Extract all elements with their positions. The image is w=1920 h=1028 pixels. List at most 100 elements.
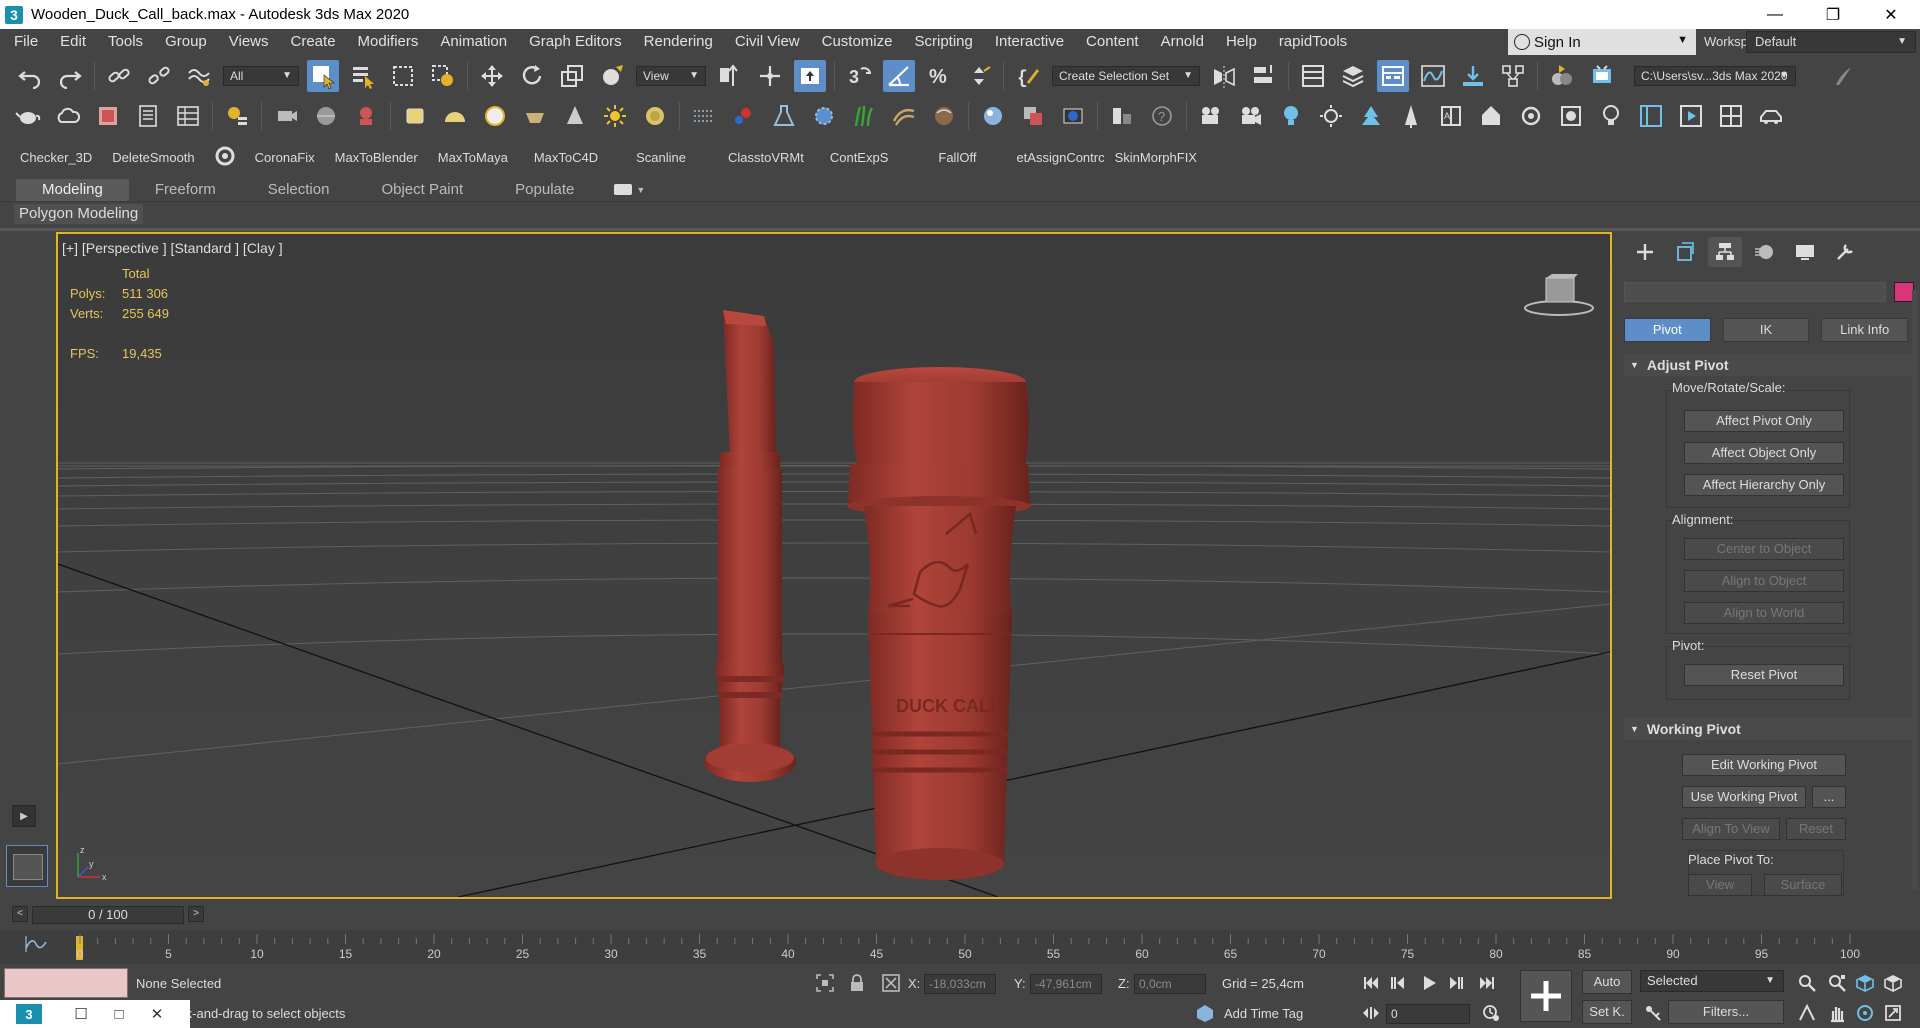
- hair-icon[interactable]: [928, 100, 960, 132]
- menu-views[interactable]: Views: [218, 29, 280, 55]
- track-bar[interactable]: 0 5 10 15 20 25 30 35 40 45 50 55 60 65 70 75 80 85 90 95 10…: [0, 930, 1920, 964]
- menu-content[interactable]: Content: [1075, 29, 1150, 55]
- toggle-ribbon-icon[interactable]: [1377, 60, 1409, 92]
- script-scanline[interactable]: Scanline: [608, 150, 696, 165]
- menu-graph-editors[interactable]: Graph Editors: [518, 29, 633, 55]
- undo-icon[interactable]: [14, 60, 46, 92]
- menu-tools[interactable]: Tools: [97, 29, 154, 55]
- object-color-swatch[interactable]: [1894, 282, 1914, 302]
- perspective-viewport[interactable]: DUCK CALL [+] [Perspective ] [Standard ]…: [56, 232, 1612, 899]
- menu-group[interactable]: Group: [154, 29, 218, 55]
- viewport-layout-thumbnail[interactable]: [6, 845, 48, 887]
- go-to-start-icon[interactable]: [1360, 972, 1382, 994]
- go-to-end-icon[interactable]: [1476, 972, 1498, 994]
- tab-populate[interactable]: Populate: [489, 179, 600, 201]
- next-frame-icon[interactable]: [1446, 972, 1468, 994]
- script-etassigncontrc[interactable]: etAssignContrc: [986, 150, 1114, 165]
- sign-in-dropdown[interactable]: Sign In ▼: [1508, 29, 1696, 55]
- cone-primitive-icon[interactable]: [559, 100, 591, 132]
- zoom-extents-icon[interactable]: [1854, 972, 1876, 994]
- align-to-view-button[interactable]: Align To View: [1682, 818, 1780, 840]
- light-lister-icon[interactable]: [221, 100, 253, 132]
- render-output-icon[interactable]: [1675, 100, 1707, 132]
- maximize-viewport-icon[interactable]: [1882, 1002, 1904, 1024]
- script-checker-3d[interactable]: Checker_3D: [0, 150, 102, 165]
- menu-interactive[interactable]: Interactive: [984, 29, 1075, 55]
- snaps-toggle-icon[interactable]: 3: [843, 60, 875, 92]
- selection-set-dropdown[interactable]: Create Selection Set ▼: [1052, 66, 1200, 86]
- render-setup-icon[interactable]: [1586, 60, 1618, 92]
- script-skinmorphfix[interactable]: SkinMorphFIX: [1115, 150, 1207, 165]
- selection-lock-icon[interactable]: [846, 972, 868, 994]
- shaded-sphere-icon[interactable]: [977, 100, 1009, 132]
- menu-scripting[interactable]: Scripting: [903, 29, 983, 55]
- spinner-snap-icon[interactable]: [963, 60, 995, 92]
- pivot-center-icon[interactable]: [714, 60, 746, 92]
- display-tab-icon[interactable]: [1788, 237, 1822, 267]
- redo-icon[interactable]: [54, 60, 86, 92]
- keyboard-shortcut-override-icon[interactable]: [794, 60, 826, 92]
- place-pivot-surface-button[interactable]: Surface: [1764, 874, 1842, 896]
- window-crossing-icon[interactable]: [427, 60, 459, 92]
- ik-button[interactable]: IK: [1722, 318, 1810, 342]
- working-pivot-reset-button[interactable]: Reset: [1786, 818, 1846, 840]
- camera-tool-icon[interactable]: [270, 100, 302, 132]
- script-coronafix[interactable]: CoronaFix: [245, 150, 325, 165]
- zoom-icon[interactable]: [1796, 972, 1818, 994]
- refresh-circle-icon[interactable]: [205, 144, 245, 171]
- pivot-button[interactable]: Pivot: [1624, 318, 1711, 342]
- utilities-tab-icon[interactable]: [1828, 237, 1862, 267]
- place-icon[interactable]: [596, 60, 628, 92]
- reference-coordinate-dropdown[interactable]: View ▼: [636, 66, 706, 86]
- menu-customize[interactable]: Customize: [811, 29, 904, 55]
- affect-pivot-only-button[interactable]: Affect Pivot Only: [1684, 410, 1844, 432]
- expand-viewport-layouts-icon[interactable]: ▶: [12, 805, 36, 827]
- working-pivot-rollout-header[interactable]: ▼ Working Pivot: [1624, 718, 1914, 740]
- light-bulb-icon[interactable]: [1275, 100, 1307, 132]
- dope-sheet-icon[interactable]: [1457, 60, 1489, 92]
- taskbar-minimize-icon[interactable]: ☐: [62, 1005, 100, 1023]
- scale-icon[interactable]: [556, 60, 588, 92]
- field-of-view-icon[interactable]: [1796, 1002, 1818, 1024]
- cloud-icon[interactable]: [52, 100, 84, 132]
- select-and-manipulate-icon[interactable]: [754, 60, 786, 92]
- place-pivot-view-button[interactable]: View: [1688, 874, 1752, 896]
- y-coordinate-field[interactable]: -47,961cm: [1030, 974, 1102, 994]
- working-pivot-options-button[interactable]: ...: [1812, 786, 1846, 808]
- fur-icon[interactable]: [888, 100, 920, 132]
- x-coordinate-field[interactable]: -18,033cm: [924, 974, 996, 994]
- particles-icon[interactable]: [728, 100, 760, 132]
- select-by-name-icon[interactable]: [347, 60, 379, 92]
- play-icon[interactable]: [1418, 972, 1440, 994]
- previous-frame-icon[interactable]: [1386, 972, 1408, 994]
- absolute-mode-icon[interactable]: [880, 972, 902, 994]
- tree-icon[interactable]: [1355, 100, 1387, 132]
- maximize-button[interactable]: ❐: [1804, 0, 1862, 29]
- teapot-icon[interactable]: [12, 100, 44, 132]
- create-tab-icon[interactable]: [1628, 237, 1662, 267]
- affect-object-only-button[interactable]: Affect Object Only: [1684, 442, 1844, 464]
- vehicle-icon[interactable]: [1755, 100, 1787, 132]
- reset-pivot-button[interactable]: Reset Pivot: [1684, 664, 1844, 686]
- key-filters-button[interactable]: Filters...: [1668, 1000, 1784, 1024]
- document-list-icon[interactable]: [132, 100, 164, 132]
- current-frame-field[interactable]: 0: [1386, 1004, 1470, 1024]
- sphere-tool-icon[interactable]: [310, 100, 342, 132]
- menu-file[interactable]: File: [0, 29, 49, 55]
- script-maxtoblender[interactable]: MaxToBlender: [325, 150, 428, 165]
- command-panel-scrollbar[interactable]: [1912, 290, 1918, 890]
- taskbar-restore-icon[interactable]: □: [100, 1006, 138, 1023]
- curve-editor-mini-icon[interactable]: [25, 936, 47, 952]
- grid-table-icon[interactable]: [172, 100, 204, 132]
- menu-animation[interactable]: Animation: [429, 29, 518, 55]
- menu-create[interactable]: Create: [280, 29, 347, 55]
- zoom-all-icon[interactable]: [1826, 972, 1848, 994]
- bulb-icon[interactable]: [1828, 60, 1860, 92]
- center-to-object-button[interactable]: Center to Object: [1684, 538, 1844, 560]
- character-icon[interactable]: [350, 100, 382, 132]
- scatter-icon[interactable]: [688, 100, 720, 132]
- house-icon[interactable]: [1475, 100, 1507, 132]
- add-time-tag-label[interactable]: Add Time Tag: [1224, 1006, 1303, 1021]
- grass-icon[interactable]: [848, 100, 880, 132]
- hierarchy-tab-icon[interactable]: [1708, 237, 1742, 267]
